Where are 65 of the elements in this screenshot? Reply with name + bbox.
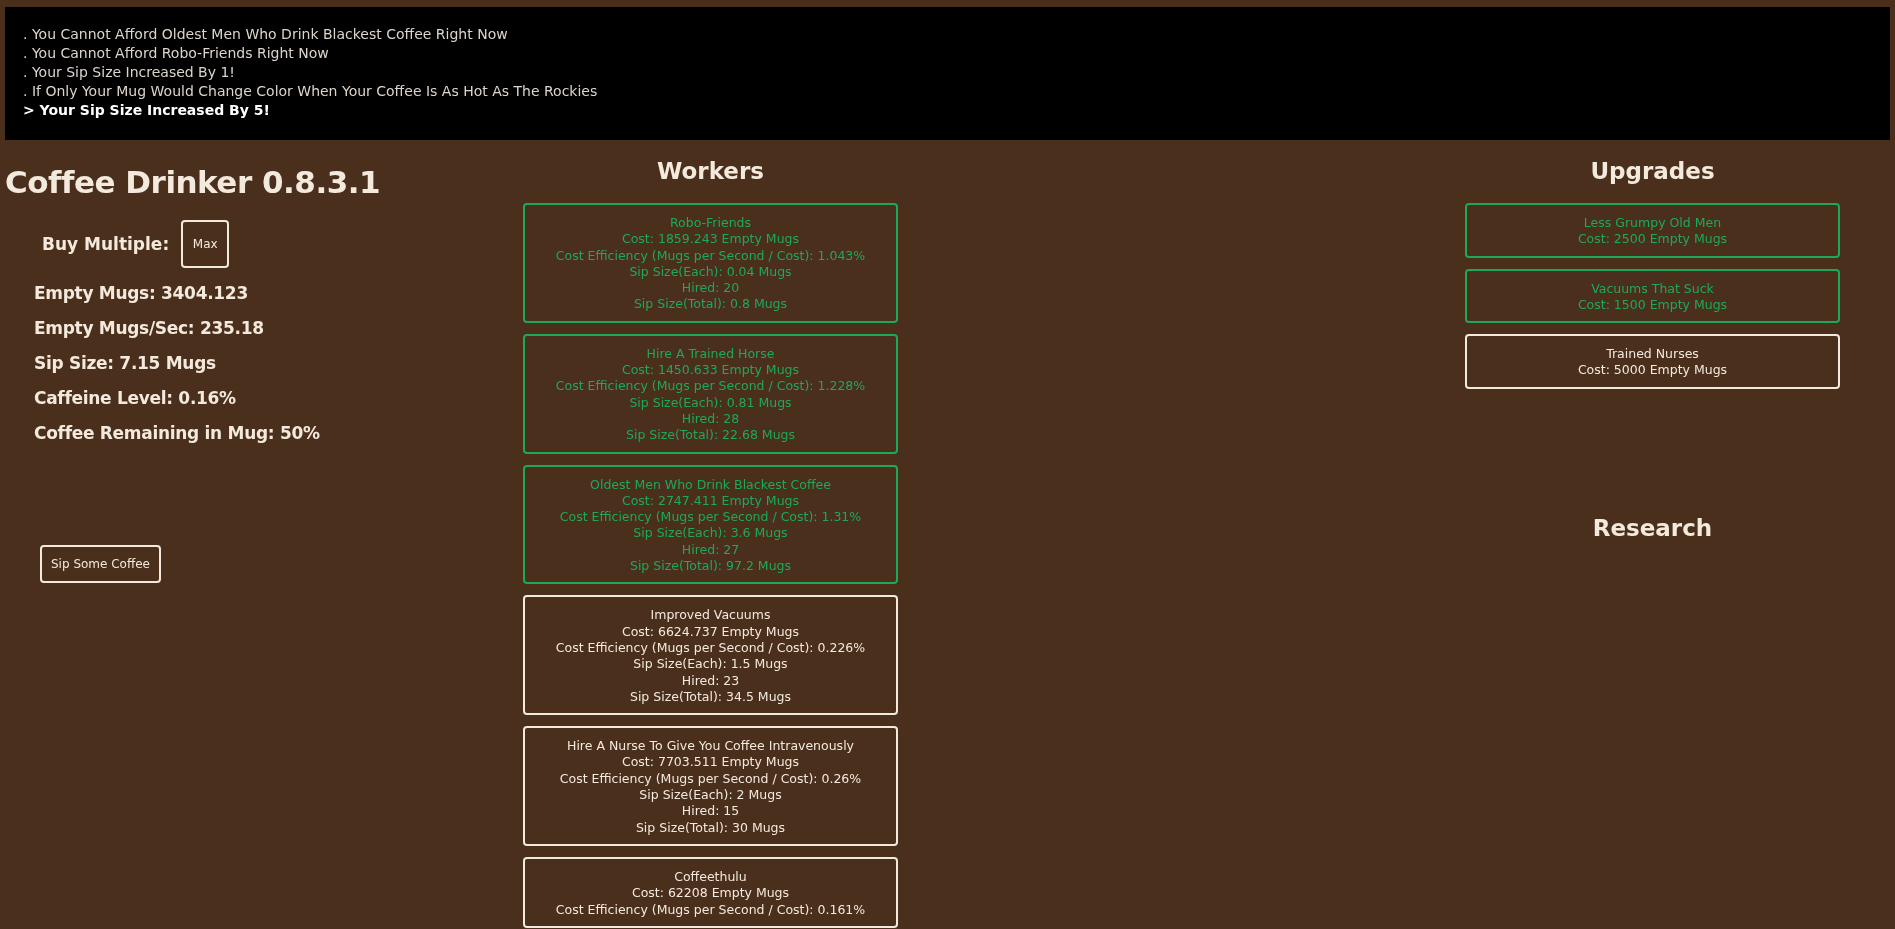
card-text: Vacuums That Suck <box>1590 280 1715 297</box>
card-text: Cost Efficiency (Mugs per Second / Cost): 0.226% <box>554 639 867 657</box>
card-text: Cost: 1450.633 Empty Mugs <box>621 362 800 379</box>
card-text: Sip Size(Each): 1.5 Mugs <box>632 656 789 673</box>
log-message: . If Only Your Mug Would Change Color When Your Coffee Is As Hot As The Rockies <box>23 82 599 101</box>
game-title: Coffee Drinker 0.8.3.1 <box>5 164 382 200</box>
upgrades-heading: Upgrades <box>1589 158 1716 184</box>
card-text: Cost: 6624.737 Empty Mugs <box>621 623 800 640</box>
workers-heading: Workers <box>656 158 765 184</box>
research-heading: Research <box>1591 514 1714 541</box>
sip-coffee-button[interactable]: Sip Some Coffee <box>40 545 161 583</box>
card-text: Hire A Nurse To Give You Coffee Intravenously <box>566 738 855 755</box>
card-text: Sip Size(Each): 3.6 Mugs <box>632 525 789 542</box>
card-text: Less Grumpy Old Men <box>1582 215 1723 232</box>
log-message: . You Cannot Afford Oldest Men Who Drink Blackest Coffee Right Now <box>23 25 509 44</box>
card-text: Coffeethulu <box>673 868 748 886</box>
worker-card[interactable]: Coffeethulu Cost: 62208 Empty Mugs Cost Efficiency (Mugs per Second / Cost): 0.161% <box>523 856 898 928</box>
stat-text: Sip Size: 7.15 Mugs <box>34 352 217 375</box>
card-text: Hired: 27 <box>680 541 741 559</box>
card-text: Robo-Friends <box>668 215 753 232</box>
card-text: Sip Size(Total): 97.2 Mugs <box>628 558 793 575</box>
stat-text: Caffeine Level: 0.16% <box>34 387 237 410</box>
card-text: Sip Size(Total): 30 Mugs <box>634 819 787 836</box>
card-text: Sip Size(Total): 22.68 Mugs <box>625 427 796 444</box>
card-text: Hired: 28 <box>680 410 741 428</box>
card-text: Cost Efficiency (Mugs per Second / Cost): 1.228% <box>554 378 867 395</box>
log-message: . Your Sip Size Increased By 1! <box>23 63 236 82</box>
card-text: Cost: 1859.243 Empty Mugs <box>621 231 800 248</box>
worker-card[interactable]: Oldest Men Who Drink Blackest Coffee Cost: 2747.411 Empty Mugs Cost Efficiency (Mugs per Second / Cost): 1.31% Sip Size(Each): 3.6 Mugs Hired: 27 Sip Size(Total): 97.2 Mugs <box>523 464 898 585</box>
card-text: Cost Efficiency (Mugs per Second / Cost): 1.31% <box>558 509 863 526</box>
card-text: Cost Efficiency (Mugs per Second / Cost): 0.26% <box>558 770 863 787</box>
stat-text: Coffee Remaining in Mug: 50% <box>34 422 321 445</box>
upgrade-card[interactable]: Less Grumpy Old Men Cost: 2500 Empty Mugs <box>1465 203 1840 258</box>
card-text: Cost Efficiency (Mugs per Second / Cost): 1.043% <box>554 247 867 264</box>
stat-text: Empty Mugs/Sec: 235.18 <box>34 317 265 340</box>
log-message: > Your Sip Size Increased By 5! <box>23 101 271 120</box>
upgrade-card[interactable]: Vacuums That Suck Cost: 1500 Empty Mugs <box>1465 268 1840 324</box>
worker-card[interactable]: Improved Vacuums Cost: 6624.737 Empty Mugs Cost Efficiency (Mugs per Second / Cost): 0.226% Sip Size(Each): 1.5 Mugs Hired: 23 Sip Size(Total): 34.5 Mugs <box>523 595 898 716</box>
card-text: Hired: 23 <box>680 672 741 689</box>
card-text: Sip Size(Each): 0.81 Mugs <box>628 394 793 411</box>
worker-card[interactable]: Hire A Nurse To Give You Coffee Intravenously Cost: 7703.511 Empty Mugs Cost Efficiency (Mugs per Second / Cost): 0.26% Sip Size(Each): 2 Mugs Hired: 15 Sip Size(Total): 30 Mugs <box>523 726 898 846</box>
max-button[interactable]: Max <box>181 220 230 268</box>
buy-multiple-label: Buy Multiple: <box>42 234 170 254</box>
card-text: Hired: 15 <box>680 803 741 820</box>
card-text: Cost: 62208 Empty Mugs <box>630 885 791 902</box>
card-text: Hired: 20 <box>680 280 741 297</box>
card-text: Trained Nurses <box>1605 346 1700 363</box>
stat-text: Empty Mugs: 3404.123 <box>34 282 249 305</box>
card-text: Sip Size(Total): 34.5 Mugs <box>628 688 793 706</box>
worker-card[interactable]: Robo-Friends Cost: 1859.243 Empty Mugs Cost Efficiency (Mugs per Second / Cost): 1.043% Sip Size(Each): 0.04 Mugs Hired: 20 Sip Size(Total): 0.8 Mugs <box>523 203 898 323</box>
card-text: Cost: 7703.511 Empty Mugs <box>621 754 800 771</box>
card-text: Cost Efficiency (Mugs per Second / Cost): 0.161% <box>554 901 867 918</box>
log-message: . You Cannot Afford Robo-Friends Right Now <box>23 44 330 63</box>
card-text: Cost: 2747.411 Empty Mugs <box>621 492 800 510</box>
card-text: Improved Vacuums <box>649 607 772 624</box>
card-text: Oldest Men Who Drink Blackest Coffee <box>589 476 832 493</box>
card-text: Sip Size(Each): 0.04 Mugs <box>628 263 793 281</box>
worker-card[interactable]: Hire A Trained Horse Cost: 1450.633 Empty Mugs Cost Efficiency (Mugs per Second / Cost): 1.228% Sip Size(Each): 0.81 Mugs Hired: 28 Sip Size(Total): 22.68 Mugs <box>523 333 898 454</box>
card-text: Cost: 2500 Empty Mugs <box>1576 231 1729 248</box>
card-text: Sip Size(Each): 2 Mugs <box>638 787 783 804</box>
upgrade-card[interactable]: Trained Nurses Cost: 5000 Empty Mugs <box>1465 334 1840 389</box>
card-text: Cost: 1500 Empty Mugs <box>1576 296 1729 314</box>
card-text: Cost: 5000 Empty Mugs <box>1576 362 1729 379</box>
card-text: Hire A Trained Horse <box>645 345 776 363</box>
card-text: Sip Size(Total): 0.8 Mugs <box>632 296 789 313</box>
